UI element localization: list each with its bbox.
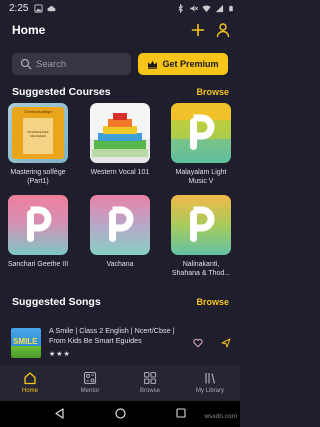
course-title: Vachana bbox=[106, 261, 134, 268]
library-icon bbox=[205, 373, 216, 384]
profile-icon[interactable] bbox=[215, 22, 231, 38]
mute-icon bbox=[190, 5, 198, 12]
search-input[interactable] bbox=[36, 53, 128, 75]
course-thumbnail bbox=[90, 103, 150, 163]
get-premium-label: Get Premium bbox=[162, 59, 219, 69]
browse-courses-link[interactable]: Browse bbox=[196, 87, 229, 97]
course-thumbnail bbox=[171, 103, 231, 163]
cloud-notification-icon bbox=[47, 6, 56, 12]
app-header: Home bbox=[0, 18, 240, 46]
song-title: A Smile | Class 2 English | Ncert/Cbse |… bbox=[49, 326, 175, 345]
nav-label: Mentor bbox=[80, 388, 100, 394]
app-logo-icon bbox=[190, 114, 215, 150]
course-card[interactable]: Vachana bbox=[87, 195, 153, 269]
page-title: Home bbox=[12, 23, 46, 37]
status-time: 2:25 bbox=[9, 3, 29, 14]
song-thumb-text: SMILE bbox=[13, 337, 38, 346]
course-thumbnail bbox=[171, 195, 231, 255]
share-icon[interactable] bbox=[221, 338, 231, 348]
get-premium-button[interactable]: Get Premium bbox=[138, 53, 228, 75]
course-card[interactable]: Nalinakanti, Shahana & Thod... bbox=[168, 195, 234, 278]
suggested-courses-title: Suggested Courses bbox=[12, 86, 111, 98]
nav-item-my-library[interactable]: My Library bbox=[180, 365, 240, 401]
wifi-icon bbox=[202, 5, 211, 13]
nav-item-mentor[interactable]: Mentor bbox=[60, 365, 120, 401]
thumb-bottom-text: SOLFEGE DES SOLFEGES bbox=[27, 130, 49, 138]
nav-label: My Library bbox=[195, 388, 224, 394]
watermark: wsxdn.com bbox=[204, 413, 237, 420]
back-icon[interactable] bbox=[54, 408, 65, 419]
app-logo-icon bbox=[190, 206, 215, 242]
browse-icon bbox=[143, 371, 157, 385]
status-bar: 2:25 bbox=[0, 0, 240, 18]
course-title: Mastering solfège (Part1) bbox=[10, 169, 66, 185]
nav-item-home[interactable]: Home bbox=[0, 365, 60, 401]
battery-icon bbox=[229, 5, 233, 12]
course-thumbnail bbox=[90, 195, 150, 255]
course-card[interactable]: Western Vocal 101 bbox=[87, 103, 153, 177]
gallery-notification-icon bbox=[34, 4, 43, 13]
home-button-icon[interactable] bbox=[115, 408, 126, 419]
browse-songs-link[interactable]: Browse bbox=[196, 297, 229, 307]
course-thumbnail: Generalsolfège SOLFEGE DES SOLFEGES bbox=[8, 103, 68, 163]
course-title: Sanchari Geethe III bbox=[7, 261, 69, 268]
course-title: Western Vocal 101 bbox=[90, 169, 150, 176]
course-title: Nalinakanti, Shahana & Thod... bbox=[171, 261, 231, 277]
course-title: Malayalam Light Music V bbox=[175, 169, 227, 185]
signal-icon bbox=[215, 4, 224, 13]
system-nav-bar: wsxdn.com bbox=[0, 401, 240, 427]
course-card[interactable]: Malayalam Light Music V bbox=[168, 103, 234, 186]
bottom-nav: Home Mentor Browse My Library bbox=[0, 365, 240, 401]
app-logo-icon bbox=[109, 206, 134, 242]
bluetooth-icon bbox=[178, 4, 183, 13]
home-icon bbox=[24, 372, 36, 385]
heart-icon[interactable] bbox=[193, 338, 203, 348]
suggested-songs-title: Suggested Songs bbox=[12, 296, 101, 308]
course-thumbnail bbox=[8, 195, 68, 255]
recents-icon[interactable] bbox=[176, 408, 186, 418]
song-list-item[interactable]: SMILE A Smile | Class 2 English | Ncert/… bbox=[0, 321, 240, 365]
course-card[interactable]: Sanchari Geethe III bbox=[5, 195, 71, 269]
mentor-icon bbox=[83, 371, 97, 385]
nav-label: Home bbox=[21, 388, 38, 394]
nav-item-browse[interactable]: Browse bbox=[120, 365, 180, 401]
search-icon bbox=[20, 58, 32, 70]
thumb-top-text: Generalsolfège bbox=[24, 109, 52, 114]
add-icon[interactable] bbox=[190, 22, 206, 38]
course-card[interactable]: Generalsolfège SOLFEGE DES SOLFEGES Mast… bbox=[5, 103, 71, 186]
search-bar[interactable] bbox=[12, 53, 131, 75]
song-thumbnail: SMILE bbox=[11, 328, 41, 358]
app-logo-icon bbox=[27, 206, 52, 242]
nav-label: Browse bbox=[139, 388, 160, 394]
song-rating: ★★★ bbox=[49, 351, 71, 358]
crown-icon bbox=[148, 60, 158, 69]
